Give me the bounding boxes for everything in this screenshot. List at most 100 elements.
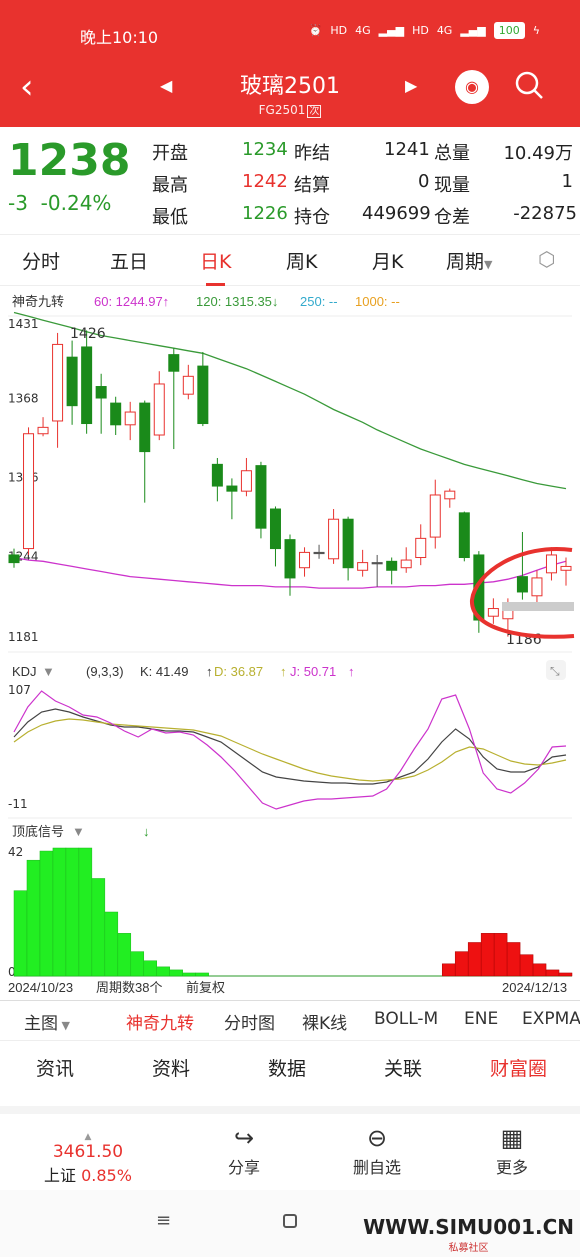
signal-bar (467, 942, 482, 977)
candle-body (400, 559, 412, 569)
remove-watchlist-button[interactable]: ⊖ 删自选 (353, 1124, 401, 1178)
tab-period[interactable]: 周期▼ (446, 247, 492, 274)
prev-settle-label: 昨结 (294, 143, 330, 164)
next-contract-icon[interactable]: ▶ (405, 76, 417, 95)
kdj-y-tick: 107 (8, 683, 31, 697)
watermark: WWW.SIMU001.CN 私募社区 (363, 1215, 574, 1254)
y-tick-label: 1368 (8, 391, 39, 405)
index-ticker[interactable]: ▲ 3461.50 上证 0.85% (44, 1132, 132, 1186)
candle-body (95, 386, 107, 399)
candle-body (487, 608, 499, 617)
kdj-d-arrow: ↑ (280, 664, 287, 679)
kdj-params: (9,3,3) (86, 664, 124, 679)
candle-body (139, 402, 151, 453)
tab-boll[interactable]: BOLL-M (374, 1009, 438, 1029)
home-icon[interactable] (283, 1214, 297, 1228)
tab-intraday-chart[interactable]: 分时图 (224, 1009, 275, 1034)
oi-change-value: -22875 (513, 203, 577, 224)
candle-body (357, 562, 369, 571)
highlight-circle (469, 546, 575, 639)
open-interest-value: 449699 (362, 203, 431, 224)
chevron-down-icon: ▼ (58, 1019, 70, 1032)
candle-body (531, 577, 543, 597)
signal-bar (558, 972, 573, 977)
ma1000-label: 1000: -- (355, 294, 400, 309)
main-indicator-name[interactable]: 神奇九转 (12, 294, 64, 309)
share-button[interactable]: ↪ 分享 (228, 1124, 260, 1178)
signal-bar (532, 963, 547, 977)
expand-icon-glyph: ⤡ (550, 664, 560, 678)
candle-body (110, 402, 122, 426)
kdj-indicator-name[interactable]: KDJ (12, 664, 37, 679)
period-count: 周期数38个 (96, 980, 162, 995)
tab-intraday[interactable]: 分时 (22, 247, 60, 274)
tab-weekly-k[interactable]: 周K (286, 247, 317, 274)
settings-hex-icon[interactable]: ⬡ (538, 247, 555, 271)
share-icon: ↪ (233, 1124, 255, 1152)
x-end-date: 2024/12/13 (502, 980, 567, 995)
info-tabs: 资讯 资料 数据 关联 财富圈 (0, 1040, 580, 1095)
tab-related[interactable]: 关联 (384, 1054, 422, 1081)
tab-naked-k[interactable]: 裸K线 (302, 1009, 347, 1034)
indicator-tabs: 主图 ▼ 神奇九转 分时图 裸K线 BOLL-M ENE EXPMA (0, 1000, 580, 1040)
more-button[interactable]: ▦ 更多 (496, 1124, 528, 1178)
tab-daily-k[interactable]: 日K (200, 247, 231, 286)
kdj-k-arrow: ↑ (206, 664, 213, 679)
index-pct: 0.85% (81, 1166, 132, 1185)
candle-body (371, 562, 383, 565)
menu-icon[interactable]: ≡ (156, 1210, 171, 1231)
oi-change-label: 仓差 (434, 207, 470, 228)
tab-five-day[interactable]: 五日 (110, 247, 148, 274)
open-interest-label: 持仓 (294, 207, 330, 228)
tab-wealth-circle[interactable]: 财富圈 (490, 1054, 547, 1081)
volume-value: 10.49万 (503, 143, 573, 164)
status-time: 晚上10:10 (80, 28, 159, 47)
chart-svg[interactable]: 神奇九转 60: 1244.97↑ 120: 1315.35↓ 250: -- … (0, 288, 580, 998)
tab-magic-nine[interactable]: 神奇九转 (126, 1009, 194, 1034)
contract-code: FG2501 次 (0, 102, 580, 118)
tab-ene[interactable]: ENE (464, 1009, 498, 1029)
candle-body (516, 576, 528, 593)
quote-row-1: 开盘 1234 昨结 1241 总量 10.49万 (152, 135, 577, 167)
candle-body (429, 494, 441, 538)
candle-body (168, 354, 180, 372)
tab-data[interactable]: 数据 (268, 1054, 306, 1081)
candle-body (66, 356, 78, 407)
current-vol-value: 1 (561, 171, 573, 192)
status-bar: 晚上10:10 ⏰ HD 4G ▂▄▆ HD 4G ▂▄▆ 100 ϟ (0, 22, 580, 48)
signal-indicator-name[interactable]: 顶底信号 (12, 824, 64, 839)
signal-bar (91, 878, 106, 977)
tab-news[interactable]: 资讯 (36, 1054, 74, 1081)
signal-icon-2: ▂▄▆ (460, 24, 486, 37)
quote-panel: 1238 -3 -0.24% 开盘 1234 昨结 1241 总量 10.49万… (0, 127, 580, 233)
last-price: 1238 (8, 135, 131, 186)
tab-main-chart-label: 主图 (24, 1014, 58, 1034)
search-icon[interactable] (514, 70, 544, 100)
minus-circle-icon: ⊖ (366, 1124, 388, 1152)
signal-bar (143, 960, 157, 977)
low-label: 最低 (152, 207, 188, 228)
price-marker-bar (502, 602, 574, 611)
signal-bar (169, 969, 183, 977)
candle-body (269, 508, 281, 550)
tab-main-chart[interactable]: 主图 ▼ (24, 1009, 70, 1034)
assistant-icon[interactable]: ◉ (455, 70, 489, 104)
index-line: 上证 0.85% (44, 1162, 132, 1186)
candle-body (545, 554, 557, 574)
tab-profile[interactable]: 资料 (152, 1054, 190, 1081)
kdj-k-label: K: 41.49 (140, 664, 188, 679)
candle-body (255, 465, 267, 529)
current-vol-label: 现量 (434, 175, 470, 196)
charging-icon: ϟ (532, 24, 540, 37)
signal-icon: ▂▄▆ (378, 24, 405, 37)
tab-expma[interactable]: EXPMA (522, 1009, 580, 1029)
high-value: 1242 (242, 171, 288, 192)
ma250-label: 250: -- (300, 294, 338, 309)
ma60-label: 60: 1244.97↑ (94, 294, 169, 309)
settle-label: 结算 (294, 175, 330, 196)
tab-monthly-k[interactable]: 月K (372, 247, 403, 274)
candle-body (8, 554, 20, 564)
candle-body (313, 551, 325, 555)
change-percent: -0.24% (40, 191, 112, 215)
quote-row-3: 最低 1226 持仓 449699 仓差 -22875 (152, 199, 577, 231)
